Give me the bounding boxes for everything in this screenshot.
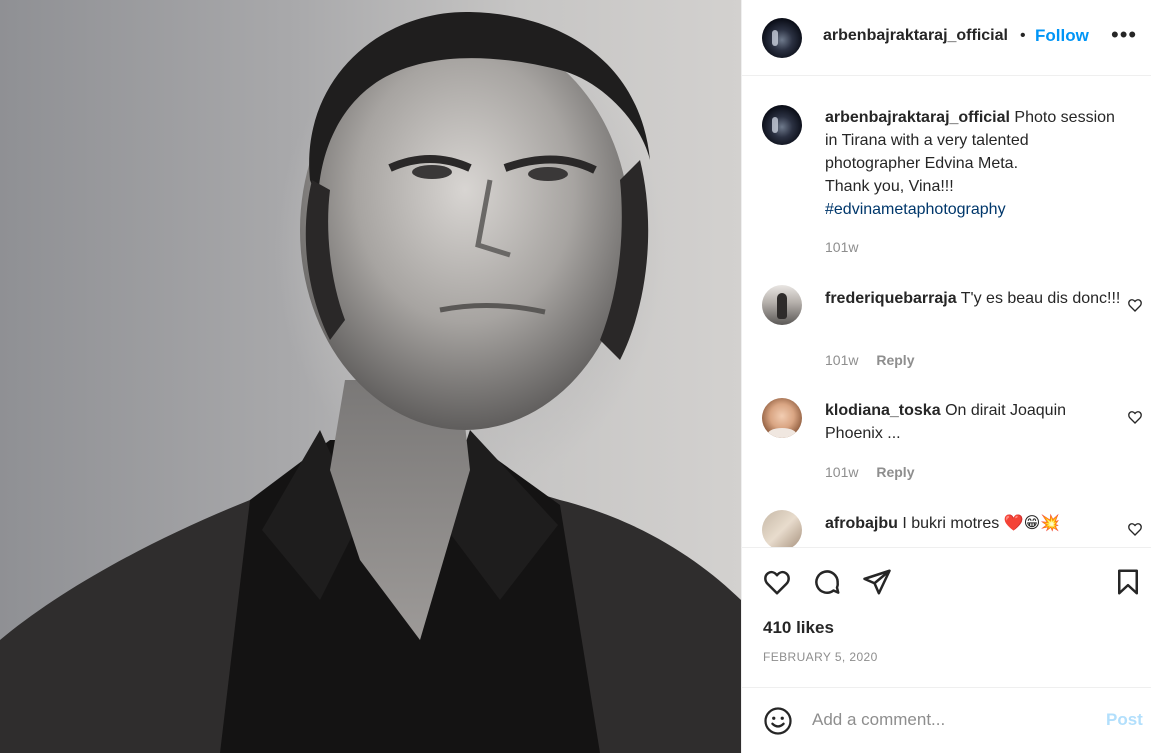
caption-meta: 101w bbox=[825, 239, 858, 255]
post-photo[interactable] bbox=[0, 0, 741, 753]
like-comment-heart-icon[interactable] bbox=[1127, 297, 1143, 313]
share-paper-plane-icon[interactable] bbox=[862, 567, 892, 597]
post-header: arbenbajraktaraj_official • Follow ••• bbox=[742, 0, 1151, 76]
comment-meta: 101w Reply bbox=[825, 464, 914, 480]
post-comment-button[interactable]: Post bbox=[1106, 710, 1143, 730]
comment-timestamp[interactable]: 101w bbox=[825, 464, 858, 480]
author-username[interactable]: arbenbajraktaraj_official bbox=[823, 27, 1008, 45]
like-comment-heart-icon[interactable] bbox=[1127, 521, 1143, 537]
caption-hashtag[interactable]: #edvinametaphotography bbox=[825, 201, 1006, 218]
comment-text: frederiquebarraja T'y es beau dis donc!!… bbox=[825, 287, 1125, 310]
save-bookmark-icon[interactable] bbox=[1113, 567, 1143, 597]
comment-body: I bukri motres ❤️😁💥 bbox=[902, 515, 1061, 532]
portrait-illustration bbox=[0, 11, 741, 753]
comment-input[interactable] bbox=[812, 708, 1092, 732]
follow-button[interactable]: Follow bbox=[1035, 26, 1089, 46]
post-actions: 410 likes FEBRUARY 5, 2020 bbox=[742, 547, 1151, 687]
comments-list[interactable]: arbenbajraktaraj_official Photo session … bbox=[742, 77, 1151, 547]
comment-body: T'y es beau dis donc!!! bbox=[960, 290, 1121, 307]
commenter-avatar[interactable] bbox=[762, 285, 802, 325]
reply-button[interactable]: Reply bbox=[876, 352, 914, 368]
emoji-smiley-icon[interactable] bbox=[763, 706, 793, 736]
comment-text: klodiana_toska On dirait Joaquin Phoenix… bbox=[825, 399, 1125, 445]
add-comment-bar: Post bbox=[742, 687, 1151, 753]
caption-thanks: Thank you, Vina!!! bbox=[825, 178, 954, 195]
author-avatar[interactable] bbox=[762, 18, 802, 58]
like-heart-icon[interactable] bbox=[762, 567, 792, 597]
like-comment-heart-icon[interactable] bbox=[1127, 409, 1143, 425]
comment-text: afrobajbu I bukri motres ❤️😁💥 bbox=[825, 512, 1125, 535]
separator-dot: • bbox=[1020, 27, 1026, 44]
caption-text: arbenbajraktaraj_official Photo session … bbox=[825, 106, 1125, 221]
commenter-avatar[interactable] bbox=[762, 398, 802, 438]
more-options-icon[interactable]: ••• bbox=[1111, 24, 1137, 46]
post-date[interactable]: FEBRUARY 5, 2020 bbox=[763, 650, 878, 664]
comment-bubble-icon[interactable] bbox=[812, 567, 842, 597]
caption-username[interactable]: arbenbajraktaraj_official bbox=[825, 109, 1010, 126]
commenter-username[interactable]: afrobajbu bbox=[825, 515, 898, 532]
reply-button[interactable]: Reply bbox=[876, 464, 914, 480]
likes-count[interactable]: 410 likes bbox=[763, 618, 834, 638]
caption-avatar[interactable] bbox=[762, 105, 802, 145]
commenter-avatar[interactable] bbox=[762, 510, 802, 547]
commenter-username[interactable]: frederiquebarraja bbox=[825, 290, 957, 307]
commenter-username[interactable]: klodiana_toska bbox=[825, 402, 941, 419]
comment-meta: 101w Reply bbox=[825, 352, 914, 368]
caption-timestamp[interactable]: 101w bbox=[825, 239, 858, 255]
post-side-panel: arbenbajraktaraj_official • Follow ••• a… bbox=[741, 0, 1151, 753]
comment-timestamp[interactable]: 101w bbox=[825, 352, 858, 368]
